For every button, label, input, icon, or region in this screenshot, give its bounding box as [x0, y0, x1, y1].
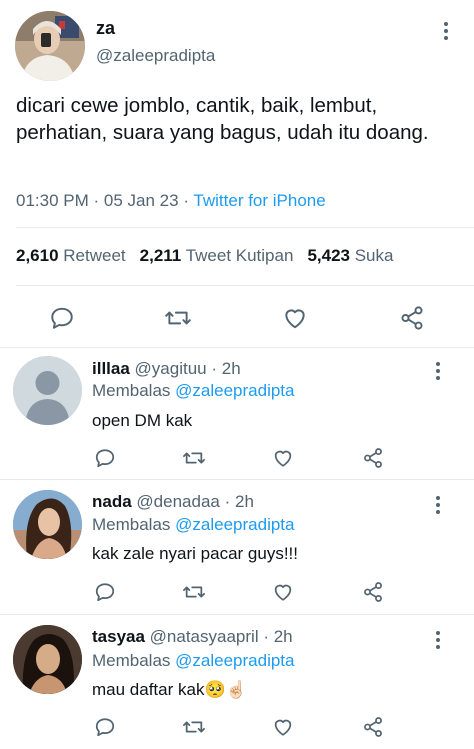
- reply-avatar[interactable]: [13, 490, 82, 559]
- reply-header: nada @denadaa · 2h: [92, 492, 254, 512]
- reply-age: · 2h: [263, 627, 293, 646]
- tweet-client-link[interactable]: Twitter for iPhone: [193, 191, 325, 210]
- reply-text: open DM kak: [92, 411, 193, 430]
- share-icon: [364, 717, 382, 737]
- reply-button[interactable]: [93, 446, 117, 470]
- speech-bubble-icon: [95, 718, 115, 737]
- reply-author-handle[interactable]: @denadaa: [136, 492, 219, 511]
- stat-retweets[interactable]: 2,610 Retweet: [16, 246, 126, 266]
- share-icon: [364, 582, 382, 602]
- heart-icon: [274, 450, 292, 467]
- reply-text: kak zale nyari pacar guys!!!: [92, 544, 298, 563]
- tweet-text: dicari cewe jomblo, cantik, baik, lembut…: [16, 94, 429, 144]
- retweet-icon: [165, 311, 191, 325]
- stat-quote-tweets[interactable]: 2,211 Tweet Kutipan: [140, 246, 294, 266]
- reply-author-name[interactable]: nada: [92, 492, 132, 511]
- replying-to-label: Membalas: [92, 651, 171, 670]
- tweet-stats: 2,610 Retweet 2,211 Tweet Kutipan 5,423 …: [16, 246, 393, 266]
- reply-header: illlaa @yagituu · 2h: [92, 359, 241, 379]
- reply-author-handle[interactable]: @yagituu: [135, 359, 207, 378]
- meta-separator: ·: [183, 191, 189, 210]
- retweet-button[interactable]: [181, 715, 207, 739]
- retweet-button[interactable]: [163, 303, 193, 333]
- reply-button[interactable]: [93, 580, 117, 604]
- replying-to-mention[interactable]: @zaleepradipta: [175, 651, 294, 670]
- retweet-button[interactable]: [181, 580, 207, 604]
- replying-to-mention[interactable]: @zaleepradipta: [175, 381, 294, 400]
- reply-author-name[interactable]: illlaa: [92, 359, 130, 378]
- heart-icon: [274, 719, 292, 736]
- share-icon: [401, 306, 423, 330]
- tweet-time: 01:30 PM: [16, 191, 89, 210]
- share-button[interactable]: [397, 303, 427, 333]
- speech-bubble-icon: [51, 307, 73, 329]
- author-name[interactable]: za: [96, 18, 115, 39]
- reply-tweet[interactable]: tasyaa @natasyaapril · 2h Membalas @zale…: [0, 615, 474, 749]
- share-button[interactable]: [361, 580, 385, 604]
- meta-separator: ·: [93, 191, 100, 210]
- speech-bubble-icon: [95, 583, 115, 602]
- retweet-icon: [183, 721, 205, 733]
- author-handle[interactable]: @zaleepradipta: [96, 46, 215, 66]
- like-button[interactable]: [271, 580, 295, 604]
- reply-header: tasyaa @natasyaapril · 2h: [92, 627, 293, 647]
- share-icon: [364, 448, 382, 468]
- reply-tweet[interactable]: illlaa @yagituu · 2h Membalas @zaleeprad…: [0, 348, 474, 480]
- more-vertical-icon[interactable]: [436, 22, 456, 46]
- retweet-button[interactable]: [181, 446, 207, 470]
- replying-to-label: Membalas: [92, 381, 171, 400]
- reply-button[interactable]: [47, 303, 77, 333]
- replying-to-mention[interactable]: @zaleepradipta: [175, 515, 294, 534]
- more-vertical-icon[interactable]: [430, 496, 446, 516]
- replying-to-label: Membalas: [92, 515, 171, 534]
- reply-button[interactable]: [93, 715, 117, 739]
- share-button[interactable]: [361, 715, 385, 739]
- reply-avatar[interactable]: [13, 356, 82, 425]
- replying-to: Membalas @zaleepradipta: [92, 515, 295, 535]
- replying-to: Membalas @zaleepradipta: [92, 651, 295, 671]
- divider: [16, 285, 474, 286]
- like-button[interactable]: [271, 446, 295, 470]
- reply-text: mau daftar kak🥺☝🏻: [92, 680, 247, 699]
- heart-icon: [274, 584, 292, 601]
- reply-age: · 2h: [211, 359, 241, 378]
- reply-age: · 2h: [224, 492, 254, 511]
- heart-icon: [285, 309, 305, 329]
- replying-to: Membalas @zaleepradipta: [92, 381, 295, 401]
- retweet-icon: [183, 586, 205, 598]
- reply-tweet[interactable]: nada @denadaa · 2h Membalas @zaleepradip…: [0, 480, 474, 615]
- like-button[interactable]: [271, 715, 295, 739]
- tweet-meta: 01:30 PM · 05 Jan 23 · Twitter for iPhon…: [16, 191, 326, 211]
- like-button[interactable]: [280, 303, 310, 333]
- reply-author-handle[interactable]: @natasyaapril: [150, 627, 259, 646]
- share-button[interactable]: [361, 446, 385, 470]
- reply-author-name[interactable]: tasyaa: [92, 627, 145, 646]
- more-vertical-icon[interactable]: [430, 631, 446, 651]
- stat-likes[interactable]: 5,423 Suka: [307, 246, 393, 266]
- speech-bubble-icon: [95, 449, 115, 468]
- divider: [16, 227, 474, 228]
- reply-avatar[interactable]: [13, 625, 82, 694]
- more-vertical-icon[interactable]: [430, 362, 446, 382]
- tweet-date: 05 Jan 23: [103, 191, 179, 210]
- retweet-icon: [183, 452, 205, 464]
- author-avatar[interactable]: [15, 11, 85, 81]
